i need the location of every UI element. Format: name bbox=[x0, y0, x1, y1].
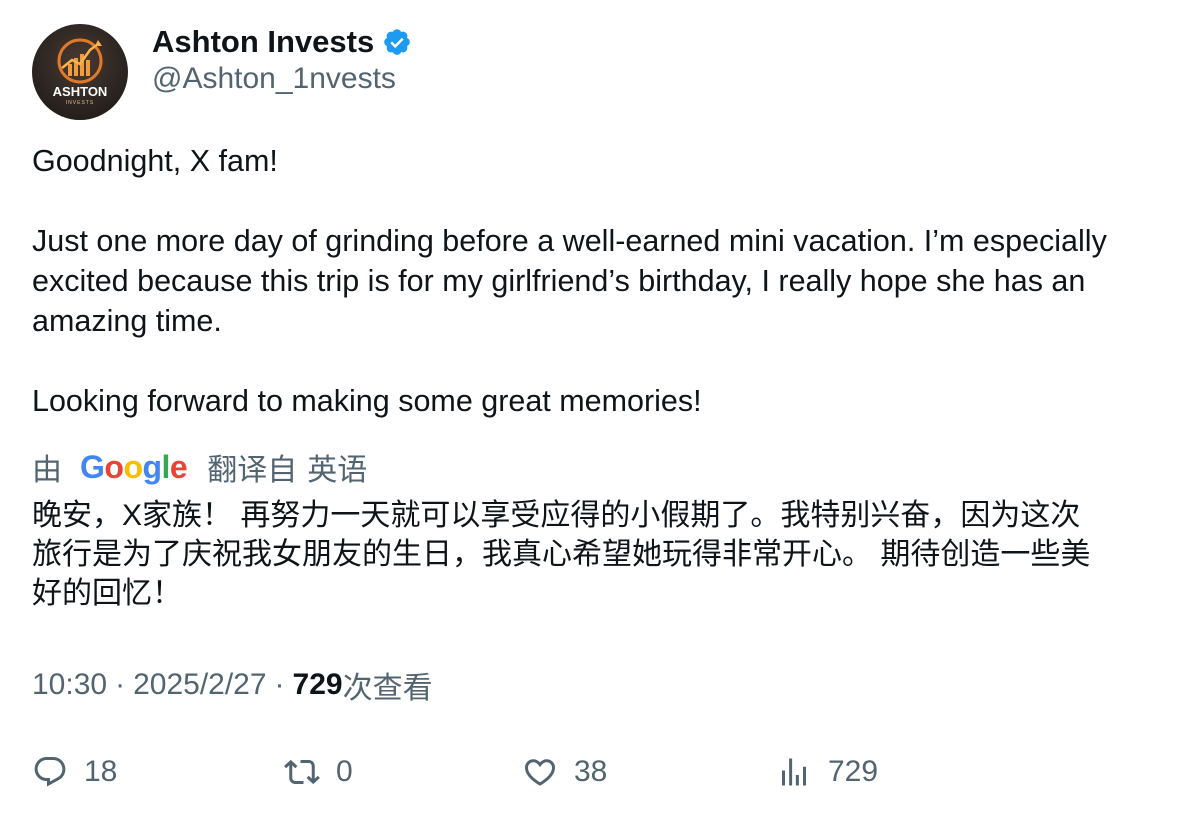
views-button[interactable]: 729 bbox=[776, 752, 878, 792]
reply-icon bbox=[34, 757, 66, 787]
tweet-time[interactable]: 10:30 bbox=[32, 668, 107, 702]
views-action-count: 729 bbox=[828, 755, 879, 788]
reply-count: 18 bbox=[84, 755, 118, 788]
verified-badge-icon[interactable] bbox=[382, 27, 412, 57]
translated-line: 晚安，X家族！ 再努力一天就可以享受应得的小假期了。我特别兴奋，因为这次 bbox=[32, 499, 1081, 532]
source-language: 英语 bbox=[307, 454, 368, 487]
tweet-line: Looking forward to making some great mem… bbox=[32, 384, 702, 418]
like-count: 38 bbox=[574, 755, 608, 788]
separator-dot: · bbox=[274, 668, 285, 701]
tweet-line: Just one more day of grinding before a w… bbox=[32, 224, 1107, 258]
user-handle[interactable]: @Ashton_1nvests bbox=[152, 62, 396, 96]
display-name[interactable]: Ashton Invests bbox=[152, 24, 374, 60]
translated-text: 晚安，X家族！ 再努力一天就可以享受应得的小假期了。我特别兴奋，因为这次 旅行是… bbox=[32, 496, 1172, 613]
analytics-icon bbox=[782, 758, 806, 786]
tweet-line: Goodnight, X fam! bbox=[32, 144, 278, 178]
tweet-date[interactable]: 2025/2/27 bbox=[133, 668, 266, 702]
like-button[interactable]: 38 bbox=[522, 752, 607, 792]
ashton-logo-icon: ASHTON INVESTS bbox=[53, 38, 108, 106]
translation-attribution: 由 Google 翻译自 英语 bbox=[32, 447, 368, 488]
tweet-line: amazing time. bbox=[32, 304, 222, 338]
tweet-meta: 10:30 · 2025/2/27 · 729 次查看 bbox=[32, 665, 433, 705]
reply-button[interactable]: 18 bbox=[32, 752, 117, 792]
translated-from-label: 翻译自 bbox=[207, 454, 298, 487]
repost-icon bbox=[284, 759, 320, 785]
avatar[interactable]: ASHTON INVESTS bbox=[32, 24, 128, 120]
avatar-text: ASHTON bbox=[53, 84, 108, 99]
repost-count: 0 bbox=[336, 755, 353, 788]
author-name-row: Ashton Invests bbox=[152, 22, 412, 62]
avatar-subtext: INVESTS bbox=[66, 100, 94, 106]
translated-line: 旅行是为了庆祝我女朋友的生日，我真心希望她玩得非常开心。 期待创造一些美 bbox=[32, 538, 1091, 571]
views-count: 729 bbox=[292, 668, 343, 701]
translated-by-label: 由 bbox=[32, 454, 62, 487]
heart-icon bbox=[524, 759, 556, 786]
repost-button[interactable]: 0 bbox=[284, 752, 353, 792]
separator-dot: · bbox=[115, 668, 126, 701]
tweet-text: Goodnight, X fam! Just one more day of g… bbox=[32, 141, 1172, 421]
translated-line: 好的回忆！ bbox=[32, 577, 182, 610]
views-label: 次查看 bbox=[342, 672, 433, 705]
tweet-line: excited because this trip is for my girl… bbox=[32, 264, 1086, 298]
google-logo[interactable]: Google bbox=[80, 449, 188, 486]
